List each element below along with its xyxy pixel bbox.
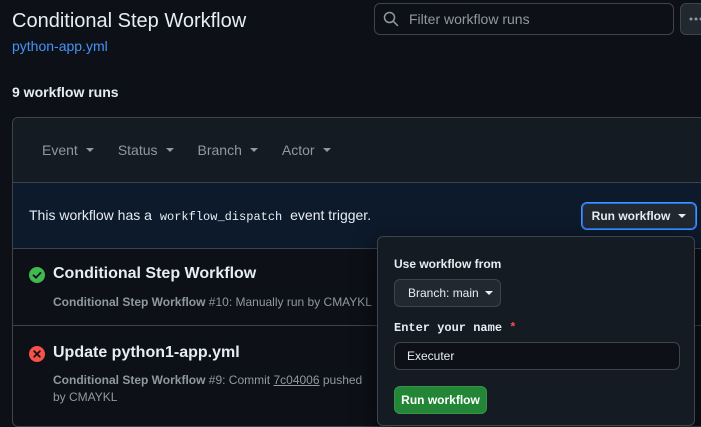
filter-event[interactable]: Event	[42, 142, 94, 158]
chevron-down-icon	[250, 148, 258, 152]
run-workflow-popover: Use workflow from Branch: main Enter you…	[377, 236, 695, 426]
filter-status[interactable]: Status	[118, 142, 174, 158]
run-meta: Conditional Step Workflow #10: Manually …	[53, 294, 373, 311]
name-input[interactable]	[394, 342, 680, 370]
filter-branch[interactable]: Branch	[198, 142, 258, 158]
kebab-icon	[689, 11, 701, 27]
chevron-down-icon	[678, 214, 686, 218]
run-workflow-dropdown-button[interactable]: Run workflow	[581, 202, 697, 230]
workflow-file-link[interactable]: python-app.yml	[12, 38, 108, 54]
more-options-button[interactable]	[680, 3, 701, 35]
filter-runs-search[interactable]	[374, 3, 674, 35]
chevron-down-icon	[166, 148, 174, 152]
filter-status-label: Status	[118, 142, 158, 158]
branch-select-label: Branch: main	[408, 286, 479, 300]
search-input[interactable]	[407, 10, 657, 28]
run-number: #10	[209, 295, 229, 309]
run-number: #9	[209, 373, 222, 387]
run-detail-prefix: : Commit	[222, 373, 273, 387]
branch-select-button[interactable]: Branch: main	[394, 279, 501, 307]
chevron-down-icon	[86, 148, 94, 152]
filter-branch-label: Branch	[198, 142, 242, 158]
page-title: Conditional Step Workflow	[12, 10, 246, 33]
run-meta: Conditional Step Workflow #9: Commit 7c0…	[53, 372, 373, 406]
dispatch-code: workflow_dispatch	[156, 209, 286, 225]
dispatch-text-before: This workflow has a	[29, 207, 156, 223]
runs-count: 9 workflow runs	[12, 84, 119, 100]
run-workflow-name: Conditional Step Workflow	[53, 295, 205, 309]
name-input-label-text: Enter your name	[394, 321, 502, 335]
run-workflow-submit-button[interactable]: Run workflow	[394, 386, 487, 414]
commit-sha-link[interactable]: 7c04006	[273, 373, 319, 387]
dispatch-text-after: event trigger.	[286, 207, 371, 223]
run-workflow-dropdown-label: Run workflow	[592, 209, 671, 223]
filter-event-label: Event	[42, 142, 78, 158]
filter-bar: Event Status Branch Actor	[13, 118, 701, 183]
x-circle-icon	[29, 346, 45, 362]
name-input-label: Enter your name *	[394, 321, 516, 335]
filter-actor[interactable]: Actor	[282, 142, 331, 158]
chevron-down-icon	[485, 291, 493, 295]
run-detail: : Manually run by CMAYKL	[229, 295, 372, 309]
search-icon	[383, 11, 399, 27]
check-circle-icon	[29, 267, 45, 283]
filter-actor-label: Actor	[282, 142, 315, 158]
use-workflow-from-label: Use workflow from	[394, 257, 501, 271]
required-mark: *	[509, 321, 516, 335]
chevron-down-icon	[323, 148, 331, 152]
run-workflow-name: Conditional Step Workflow	[53, 373, 205, 387]
dispatch-message: This workflow has a workflow_dispatch ev…	[29, 207, 371, 224]
run-title[interactable]: Update python1-app.yml	[53, 344, 240, 362]
run-title[interactable]: Conditional Step Workflow	[53, 265, 256, 283]
